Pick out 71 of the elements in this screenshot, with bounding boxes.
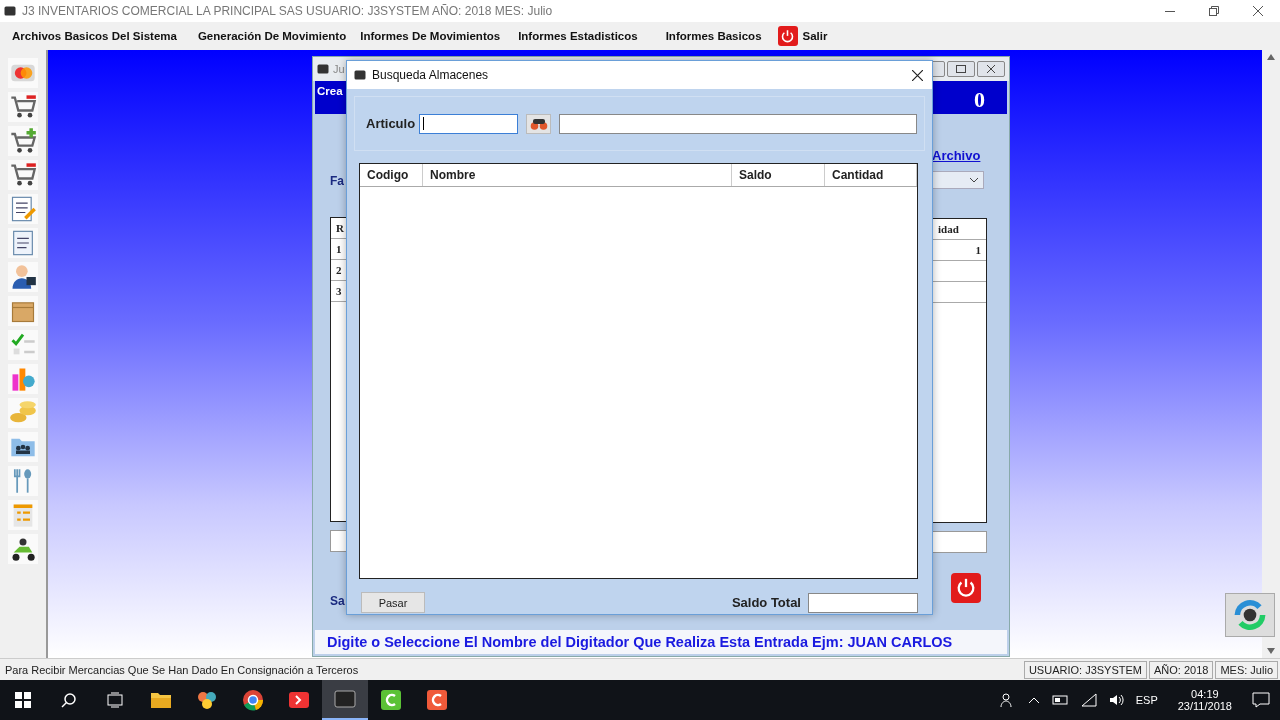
restore-button[interactable]: [1209, 6, 1219, 16]
form-number: 0: [974, 87, 985, 113]
maximize-button[interactable]: [947, 61, 975, 77]
dialog-title: Busqueda Almacenes: [372, 68, 490, 82]
input-field[interactable]: [932, 531, 987, 553]
binoculars-icon: [529, 117, 548, 130]
column-header[interactable]: Saldo: [732, 164, 825, 186]
article-field[interactable]: [419, 113, 519, 134]
menu-item[interactable]: Informes Estadisticos: [518, 30, 638, 42]
status-panel: MES: Julio: [1215, 660, 1278, 679]
folder-icon[interactable]: [8, 432, 38, 462]
menu-item[interactable]: Informes Basicos: [665, 30, 762, 42]
close-icon: [986, 65, 996, 73]
chevron-down-icon: [969, 177, 979, 183]
search-icon: [61, 692, 77, 708]
menu-item[interactable]: Archivos Basicos Del Sistema: [12, 30, 177, 42]
field-label: Sa: [330, 594, 345, 608]
child-window-title: Ju: [333, 63, 345, 75]
task-view-icon: [106, 692, 124, 708]
total-label: Saldo Total: [731, 595, 801, 610]
pass-button[interactable]: Pasar: [361, 592, 425, 613]
cart-plus-icon[interactable]: [8, 126, 38, 156]
checklist-icon[interactable]: [8, 330, 38, 360]
status-panel: AÑO: 2018: [1149, 660, 1214, 679]
window-title: J3 INVENTARIOS COMERCIAL LA PRINCIPAL SAS USUARIO: J3SYSTEM AÑO: 2018 MES: Julio: [22, 4, 554, 18]
scroll-up-icon[interactable]: [1267, 54, 1275, 60]
power-icon: [955, 577, 977, 599]
column-header[interactable]: Nombre: [423, 164, 732, 186]
sync-button[interactable]: [1225, 593, 1275, 637]
document-edit-icon[interactable]: [8, 194, 38, 224]
windows-logo-icon: [15, 692, 31, 708]
exit-menu-item[interactable]: Salir: [777, 26, 828, 46]
description-field[interactable]: [559, 113, 918, 134]
total-field[interactable]: [808, 592, 918, 613]
app-icon: [4, 5, 16, 17]
status-message: Para Recibir Mercancias Que Se Han Dado En Consignación a Terceros: [5, 663, 360, 676]
box-icon[interactable]: [8, 296, 38, 326]
article-label: Articulo: [366, 116, 416, 131]
cart-icon[interactable]: [8, 160, 38, 190]
column-header[interactable]: Codigo: [360, 164, 423, 186]
status-panel: USUARIO: J3SYSTEM: [1023, 660, 1147, 679]
close-button[interactable]: [911, 69, 923, 81]
archivo-link[interactable]: Archivo: [932, 148, 981, 163]
app-icon: [317, 63, 329, 75]
app-icon[interactable]: [322, 680, 368, 720]
language-indicator[interactable]: ESP: [1135, 694, 1158, 706]
person-icon[interactable]: [8, 262, 38, 292]
card-icon[interactable]: [8, 58, 38, 88]
battery-icon[interactable]: [1051, 692, 1070, 708]
field-label: Fa: [330, 174, 344, 188]
chart-icon[interactable]: [8, 364, 38, 394]
power-icon: [780, 28, 796, 44]
volume-icon[interactable]: [1107, 692, 1126, 708]
power-button[interactable]: [951, 573, 981, 603]
hint-text: Digite o Seleccione El Nombre del Digitador Que Realiza Esta Entrada Ejm: JUAN CARLOS: [315, 630, 1007, 654]
close-button[interactable]: [977, 61, 1005, 77]
menu-item[interactable]: Generación De Movimiento: [197, 30, 347, 42]
clock-time: 04:19: [1191, 688, 1219, 700]
maximize-icon: [956, 65, 966, 73]
column-header[interactable]: Cantidad: [825, 164, 917, 186]
document-icon[interactable]: [8, 228, 38, 258]
notification-icon[interactable]: [1252, 692, 1270, 708]
dropdown-field[interactable]: [932, 171, 984, 189]
app-icon: [354, 69, 366, 81]
search-button[interactable]: [526, 113, 552, 134]
clock-date: 23/11/2018: [1177, 700, 1232, 712]
cart-icon[interactable]: [8, 92, 38, 122]
close-button[interactable]: [1253, 6, 1263, 16]
menu-item[interactable]: Informes De Movimientos: [360, 30, 501, 42]
form-title: Crea: [317, 85, 343, 97]
scroll-down-icon[interactable]: [1267, 648, 1275, 654]
